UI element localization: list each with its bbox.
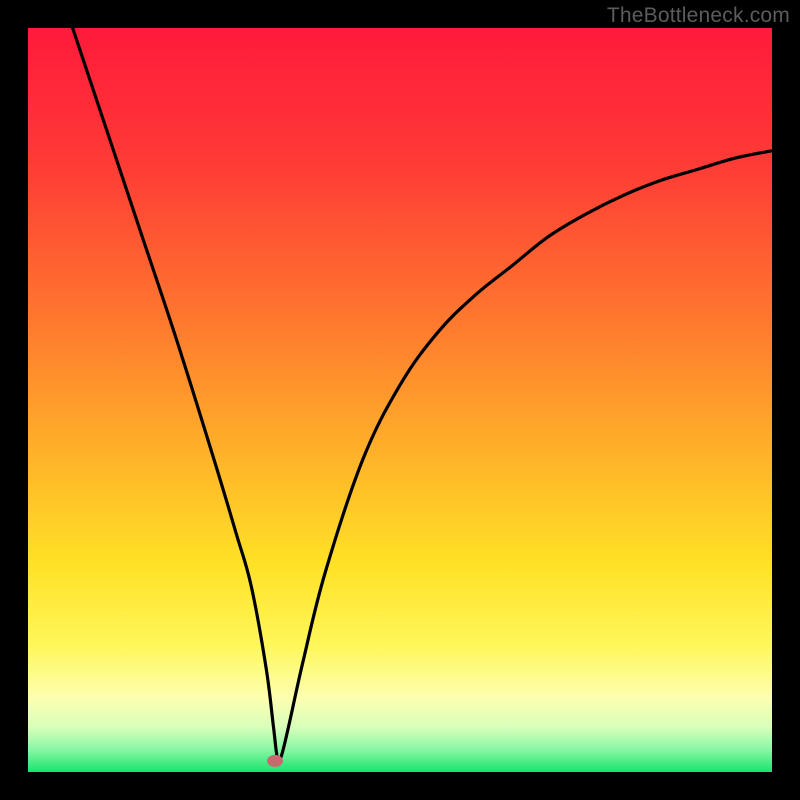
chart-stage: TheBottleneck.com bbox=[0, 0, 800, 800]
watermark-text: TheBottleneck.com bbox=[607, 4, 790, 28]
plot-area bbox=[28, 28, 772, 772]
curve-layer bbox=[28, 28, 772, 772]
minimum-marker bbox=[267, 755, 283, 767]
bottleneck-curve bbox=[73, 28, 772, 761]
